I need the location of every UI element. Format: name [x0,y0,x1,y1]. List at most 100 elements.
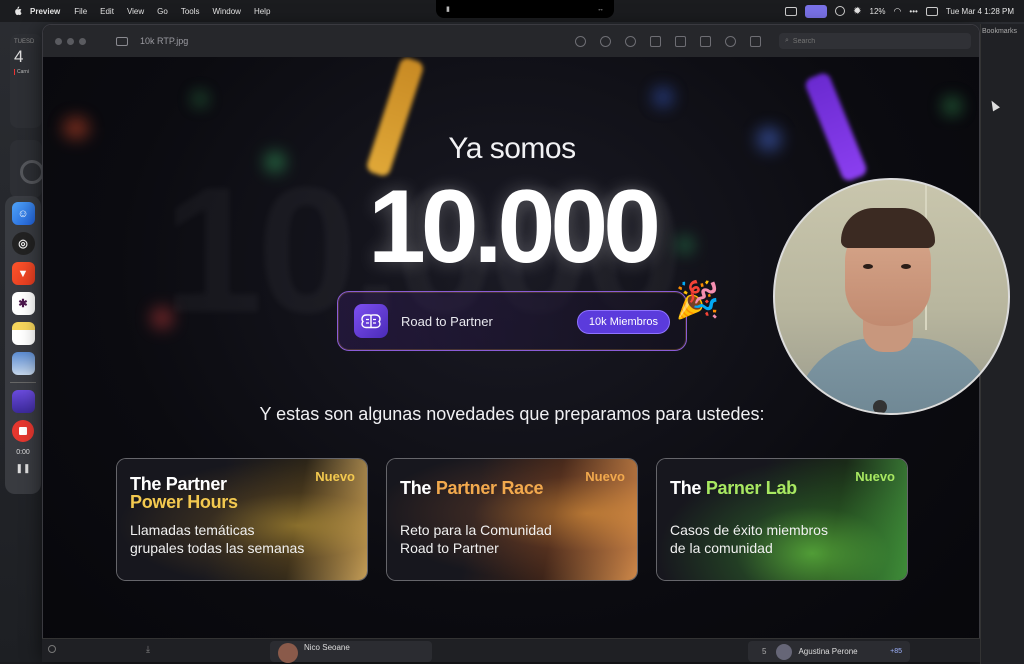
avatar [776,643,793,660]
clock[interactable]: Tue Mar 4 1:28 PM [946,7,1014,16]
pill-label: Road to Partner [401,313,493,329]
slide-subtitle: Ya somos [448,132,576,165]
card-desc-line1: Casos de éxito miembros [670,522,828,538]
menu-file[interactable]: File [74,7,87,16]
dock-separator [10,382,36,383]
battery-status-icon[interactable] [785,6,798,16]
card-title-prefix: The [400,478,432,498]
recording-timer: 0:00 [16,449,30,456]
slack-icon[interactable]: ✱ [11,292,35,315]
menu-bar: Preview File Edit View Go Tools Window H… [0,0,1024,22]
card-description: Llamadas temáticas grupales todas las se… [130,521,330,557]
close-window-button[interactable] [55,37,62,45]
toolbar [575,25,761,57]
menu-edit[interactable]: Edit [100,7,114,16]
zoom-window-button[interactable] [79,37,86,45]
clock-widget[interactable] [10,140,44,198]
avatar [278,643,298,663]
search-icon: ⌕ [785,37,789,44]
person-eye [901,264,911,269]
search-box[interactable]: ⌕ [779,33,971,49]
crop-icon[interactable] [750,35,761,47]
finder-icon[interactable]: ☺ [11,202,35,225]
card-title-highlight: Power Hours [130,492,238,512]
download-icon[interactable]: ⤓ [146,644,150,655]
presenter-name: Nico Seoane [304,643,350,652]
menu-app-name[interactable]: Preview [30,7,60,16]
wifi-icon[interactable]: ◠ [894,6,902,17]
participant-count: 5 [762,647,767,656]
minimize-window-button[interactable] [67,37,74,45]
menu-tools[interactable]: Tools [181,7,200,16]
menu-help[interactable]: Help [254,7,270,16]
notch-left-icon: ▮ [446,6,450,13]
menu-go[interactable]: Go [157,7,168,16]
settings-icon[interactable] [48,645,56,653]
calendar-event: Carni [14,69,38,75]
search-input[interactable] [792,37,953,45]
card-new-badge: Nuevo [855,469,895,484]
members-badge: 10k Miembros [576,310,670,334]
share-icon[interactable] [650,35,661,47]
apple-menu-icon[interactable] [12,6,22,16]
clock-ring [20,160,44,184]
sidebar-toggle-icon[interactable] [116,36,128,46]
person-eye [863,264,873,269]
menu-view[interactable]: View [127,7,144,16]
annotate-icon[interactable] [725,35,736,47]
calendar-widget[interactable]: TUESD 4 Carni [10,34,42,128]
window-titlebar[interactable]: 10k RTP.jpg ⌕ [43,25,979,57]
control-center-icon[interactable] [925,6,938,16]
calendar-day: 4 [14,47,24,66]
confetti-blob [943,97,961,115]
rotate-icon[interactable] [700,35,711,47]
party-popper-icon: 🎉 [675,279,720,320]
person-hair [841,208,935,248]
preview-icon[interactable] [11,352,35,375]
markup-icon[interactable] [675,35,686,47]
info-icon[interactable] [575,35,586,47]
confetti-ribbon [803,71,869,183]
webcam-overlay[interactable] [773,178,1010,415]
stop-recording-button[interactable] [12,420,34,442]
window-thumbnail-icon[interactable] [11,390,35,413]
card-desc-line2: de la comunidad [670,540,773,556]
card-description: Casos de éxito miembros de la comunidad [670,521,870,557]
zoom-out-icon[interactable] [600,35,611,47]
app-status-icon[interactable] [835,6,846,16]
window-title: 10k RTP.jpg [140,36,189,46]
presenter-tile[interactable]: Nico Seoane [270,641,432,663]
card-title: The Parner Lab [670,479,797,497]
more-icon[interactable]: ••• [909,7,917,16]
card-partner-race: The Partner Race Nuevo Reto para la Comu… [386,458,638,581]
notes-icon[interactable] [11,322,35,345]
card-title-highlight: Parner Lab [705,478,797,498]
card-title: The Partner Power Hours [130,475,238,511]
card-desc-line2: Road to Partner [400,540,499,556]
participants-tile[interactable]: 5 Agustina Perone +85 [748,641,910,662]
card-partner-lab: The Parner Lab Nuevo Casos de éxito miem… [656,458,908,581]
notch-right-icon: ↔ [597,5,604,13]
card-title-highlight: Partner Race [435,478,544,498]
card-title-prefix: The Partner [130,474,227,494]
screen-record-icon[interactable] [805,4,828,18]
bookmarks-label[interactable]: Bookmarks [982,28,1017,35]
confetti-blob [653,87,673,107]
brave-icon[interactable]: ▼ [11,262,35,285]
card-title: The Partner Race [400,478,544,498]
card-power-hours: The Partner Power Hours Nuevo Llamadas t… [116,458,368,581]
card-title-prefix: The [670,478,702,498]
obs-icon[interactable]: ◎ [11,232,35,255]
card-description: Reto para la Comunidad Road to Partner [400,521,600,557]
menu-window[interactable]: Window [213,7,241,16]
card-desc-line2: grupales todas las semanas [130,540,305,556]
confetti-blob [193,92,207,106]
gear-icon[interactable]: ✹ [853,6,861,17]
brain-icon [354,304,388,338]
zoom-in-icon[interactable] [625,35,636,47]
stop-icon [19,427,27,435]
pause-icon[interactable]: ❚❚ [15,463,30,474]
battery-percent[interactable]: 12% [870,7,886,16]
microphone-icon [873,400,887,413]
more-participants-badge: +85 [890,648,902,655]
